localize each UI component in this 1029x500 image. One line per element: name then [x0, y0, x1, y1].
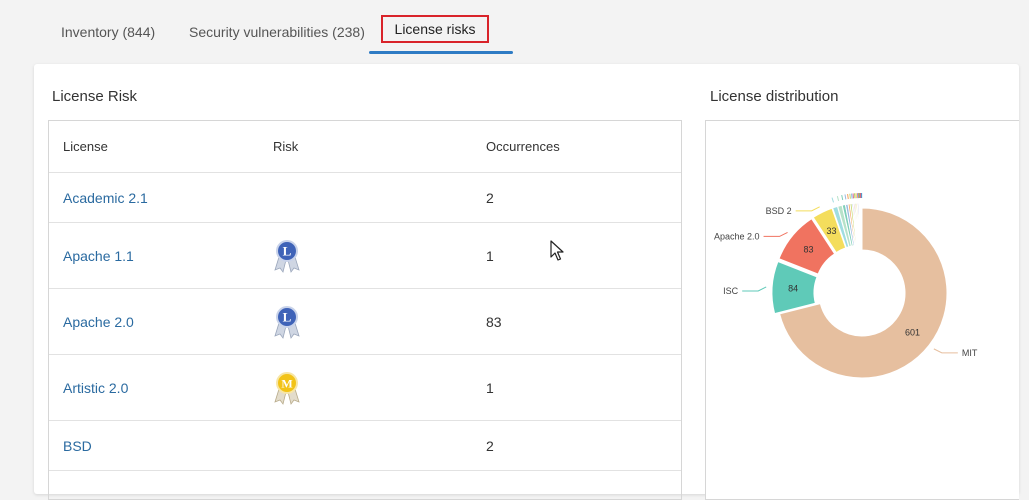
slice-leader-line: [934, 349, 958, 353]
license-distribution-title: License distribution: [710, 88, 838, 105]
license-link[interactable]: Apache 1.1: [63, 248, 134, 264]
medium-risk-badge-icon: M: [273, 371, 301, 405]
risk-cell: M: [273, 355, 301, 420]
mouse-cursor-icon: [550, 240, 564, 262]
table-header-row: License Risk Occurrences: [49, 121, 681, 173]
column-header-occurrences[interactable]: Occurrences: [486, 121, 560, 172]
license-link[interactable]: Academic 2.1: [63, 190, 148, 206]
slice-leader-line: [845, 194, 846, 199]
license-distribution-chart: 601 MIT 84 ISC 83 Apache 2.0 33 BSD 2: [705, 120, 1019, 500]
slice-category-label: BSD 2: [766, 206, 792, 216]
donut-chart: 601 MIT 84 ISC 83 Apache 2.0 33 BSD 2: [706, 121, 1019, 500]
table-row: BSD 2: [49, 421, 681, 471]
slice-leader-line: [842, 195, 843, 200]
column-header-risk[interactable]: Risk: [273, 121, 298, 172]
slice-leader-line: [848, 194, 849, 199]
slice-leader-line: [850, 194, 851, 199]
low-risk-badge-icon: L: [273, 239, 301, 273]
occurrences-value: 1: [486, 380, 494, 396]
slice-value-label: 601: [905, 327, 920, 337]
slice-value-label: 33: [827, 226, 837, 236]
slice-leader-line: [796, 207, 820, 211]
tab-license-risks[interactable]: License risks: [381, 15, 489, 43]
occurrences-value: 2: [486, 438, 494, 454]
low-risk-badge-icon: L: [273, 305, 301, 339]
risk-cell: L: [273, 289, 301, 354]
table-row: Academic 2.1 2: [49, 173, 681, 223]
license-risk-table: License Risk Occurrences Academic 2.1 2 …: [48, 120, 682, 500]
active-tab-indicator: [369, 51, 513, 54]
risk-letter: L: [283, 243, 292, 258]
license-card: License Risk License distribution Licens…: [34, 64, 1019, 494]
slice-category-label: Apache 2.0: [714, 231, 760, 241]
occurrences-value: 83: [486, 314, 502, 330]
slice-value-label: 83: [803, 244, 813, 254]
slice-category-label: ISC: [723, 286, 739, 296]
pie-slice[interactable]: [861, 203, 862, 245]
slice-leader-line: [852, 194, 853, 199]
risk-letter: L: [283, 309, 292, 324]
risk-letter: M: [281, 376, 292, 390]
tab-inventory[interactable]: Inventory (844): [61, 24, 155, 40]
table-row: Apache 2.0 L 83: [49, 289, 681, 355]
slice-category-label: MIT: [962, 348, 978, 358]
license-link[interactable]: Apache 2.0: [63, 314, 134, 330]
license-link[interactable]: Artistic 2.0: [63, 380, 128, 396]
slice-leader-line: [742, 287, 766, 291]
slice-leader-line: [764, 232, 788, 236]
license-risk-title: License Risk: [52, 88, 137, 105]
risk-cell: L: [273, 223, 301, 288]
slice-leader-line: [832, 198, 833, 203]
tab-security-vulnerabilities[interactable]: Security vulnerabilities (238): [189, 24, 365, 40]
slice-value-label: 84: [788, 284, 798, 294]
license-link[interactable]: BSD: [63, 438, 92, 454]
table-row: Apache 1.1 L 1: [49, 223, 681, 289]
column-header-license[interactable]: License: [63, 121, 108, 172]
table-row: Artistic 2.0 M 1: [49, 355, 681, 421]
occurrences-value: 2: [486, 190, 494, 206]
slice-leader-line: [837, 196, 838, 201]
occurrences-value: 1: [486, 248, 494, 264]
tab-bar: Inventory (844) Security vulnerabilities…: [0, 0, 1029, 58]
